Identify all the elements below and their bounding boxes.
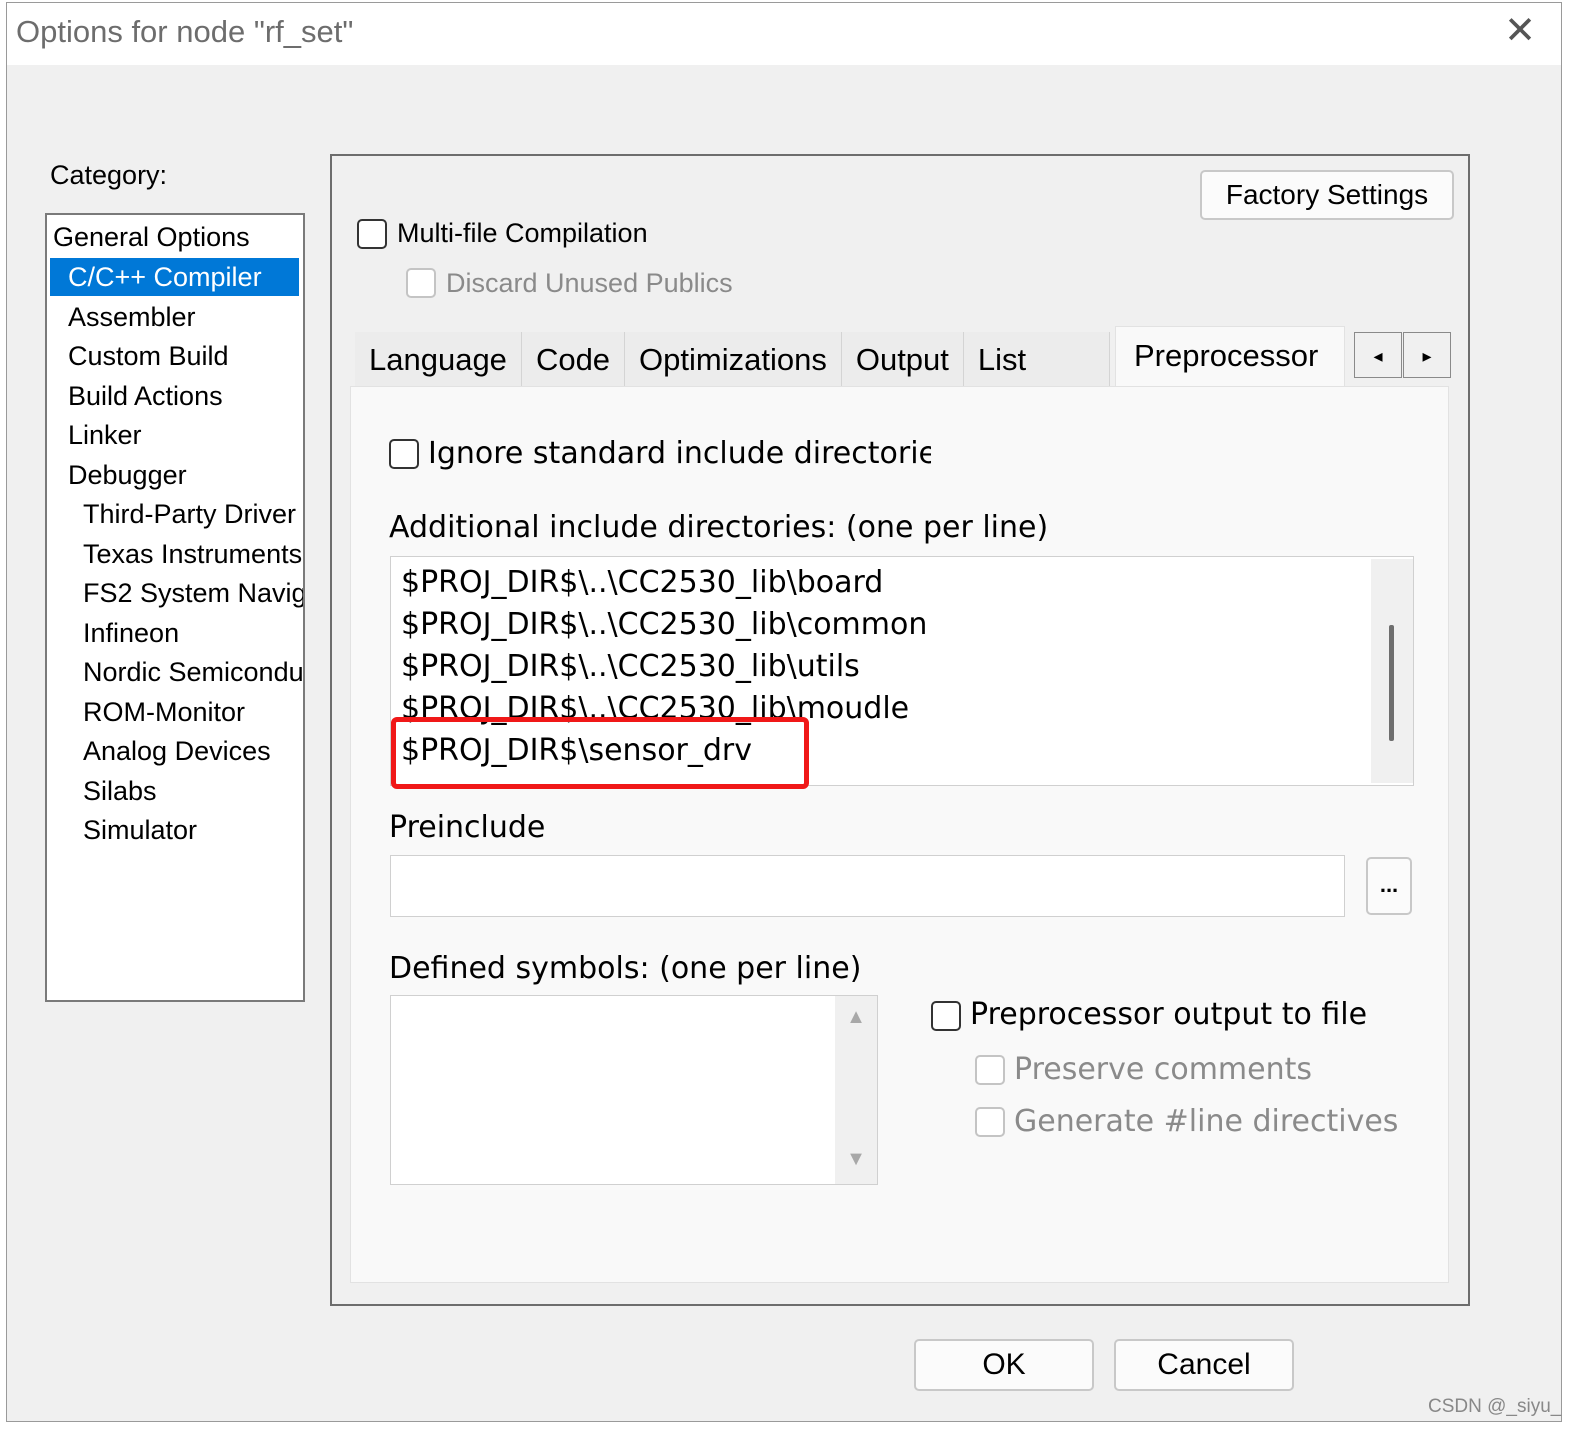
include-dir-line: $PROJ_DIR$\..\CC2530_lib\board <box>401 565 884 600</box>
close-icon[interactable]: ✕ <box>1500 8 1540 52</box>
category-item-infineon[interactable]: Infineon <box>83 614 179 652</box>
scroll-down-icon[interactable]: ▼ <box>835 1148 877 1171</box>
preserve-comments-label: Preserve comments <box>1014 1052 1313 1087</box>
tab-scroll-right-icon[interactable]: ▸ <box>1403 332 1451 378</box>
ignore-standard-include-label: Ignore standard include directories <box>428 436 931 471</box>
highlight-box <box>391 717 809 789</box>
category-item-assembler[interactable]: Assembler <box>68 298 196 336</box>
multi-file-compilation-label: Multi-file Compilation <box>397 218 648 248</box>
category-item-c-compiler[interactable]: C/C++ Compiler <box>50 258 299 296</box>
category-item-analog-devices[interactable]: Analog Devices <box>83 732 271 770</box>
category-item-general-options[interactable]: General Options <box>53 218 250 256</box>
tab-strip: Language Code Optimizations Output List <box>355 332 1110 388</box>
window-title: Options for node "rf_set" <box>16 14 354 49</box>
tab-output[interactable]: Output <box>841 332 964 388</box>
include-scrollbar-thumb[interactable] <box>1389 625 1394 741</box>
preprocessor-output-checkbox[interactable] <box>931 1001 961 1031</box>
discard-unused-publics-checkbox[interactable] <box>406 268 436 298</box>
category-item-nordic-semiconductor[interactable]: Nordic Semiconductor <box>83 653 303 691</box>
category-item-debugger[interactable]: Debugger <box>68 456 187 494</box>
factory-settings-button[interactable]: Factory Settings <box>1200 170 1454 220</box>
ignore-standard-include-checkbox[interactable] <box>389 439 419 469</box>
include-scrollbar[interactable] <box>1371 559 1413 783</box>
watermark: CSDN @_siyu_ <box>1428 1396 1562 1417</box>
scroll-up-icon[interactable]: ▲ <box>835 1006 877 1029</box>
tab-scroll-left-icon[interactable]: ◂ <box>1354 332 1402 378</box>
category-item-fs2-system-navigator[interactable]: FS2 System Navigator <box>83 574 303 612</box>
defined-symbols-textarea[interactable]: ▲ ▼ <box>390 995 878 1185</box>
category-list[interactable]: General Options C/C++ Compiler Assembler… <box>45 213 305 1002</box>
category-label: Category: <box>50 160 168 190</box>
tab-list[interactable]: List <box>963 332 1110 388</box>
generate-line-directives-checkbox[interactable] <box>975 1107 1005 1137</box>
preprocessor-output-label: Preprocessor output to file <box>970 997 1368 1032</box>
cancel-button[interactable]: Cancel <box>1114 1339 1294 1391</box>
preinclude-browse-button[interactable]: ... <box>1366 857 1412 915</box>
tab-optimizations[interactable]: Optimizations <box>625 332 842 388</box>
category-item-custom-build[interactable]: Custom Build <box>68 337 229 375</box>
defined-symbols-scrollbar[interactable]: ▲ ▼ <box>835 996 877 1184</box>
defined-symbols-label: Defined symbols: (one per line) <box>389 951 862 986</box>
preinclude-input[interactable] <box>390 855 1345 917</box>
multi-file-compilation-checkbox[interactable] <box>357 219 387 249</box>
include-dir-line: $PROJ_DIR$\..\CC2530_lib\utils <box>401 649 860 684</box>
category-item-linker[interactable]: Linker <box>68 416 142 454</box>
tab-preprocessor[interactable]: Preprocessor <box>1115 326 1345 388</box>
category-item-third-party-driver[interactable]: Third-Party Driver <box>83 495 296 533</box>
preinclude-label: Preinclude <box>389 810 546 845</box>
category-item-build-actions[interactable]: Build Actions <box>68 377 223 415</box>
defined-symbols-value <box>391 996 831 1184</box>
tab-language[interactable]: Language <box>355 332 522 388</box>
category-item-silabs[interactable]: Silabs <box>83 772 157 810</box>
category-item-rom-monitor[interactable]: ROM-Monitor <box>83 693 245 731</box>
discard-unused-publics-label: Discard Unused Publics <box>446 268 733 298</box>
ok-button[interactable]: OK <box>914 1339 1094 1391</box>
category-item-simulator[interactable]: Simulator <box>83 811 197 849</box>
category-item-texas-instruments[interactable]: Texas Instruments <box>83 535 302 573</box>
include-dir-line: $PROJ_DIR$\..\CC2530_lib\common <box>401 607 928 642</box>
include-directories-label: Additional include directories: (one per… <box>389 510 1049 545</box>
preserve-comments-checkbox[interactable] <box>975 1055 1005 1085</box>
tab-code[interactable]: Code <box>521 332 626 388</box>
generate-line-directives-label: Generate #line directives <box>1014 1104 1399 1139</box>
